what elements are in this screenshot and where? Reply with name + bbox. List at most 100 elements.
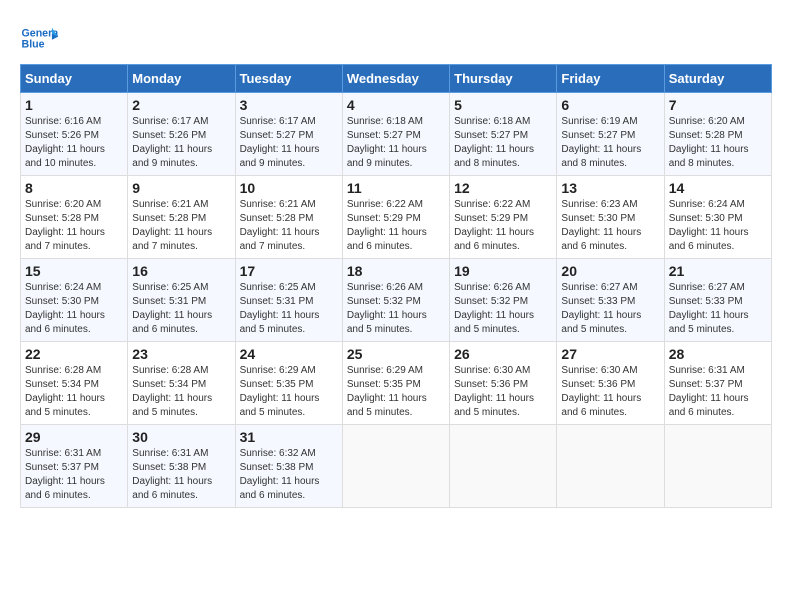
day-number: 10 xyxy=(240,180,338,196)
calendar-header-thursday: Thursday xyxy=(450,65,557,93)
day-info: Sunrise: 6:23 AM Sunset: 5:30 PM Dayligh… xyxy=(561,199,641,252)
day-info: Sunrise: 6:26 AM Sunset: 5:32 PM Dayligh… xyxy=(454,282,534,335)
day-info: Sunrise: 6:18 AM Sunset: 5:27 PM Dayligh… xyxy=(454,116,534,169)
calendar-cell: 18 Sunrise: 6:26 AM Sunset: 5:32 PM Dayl… xyxy=(342,259,449,342)
calendar-cell: 23 Sunrise: 6:28 AM Sunset: 5:34 PM Dayl… xyxy=(128,342,235,425)
calendar-header-friday: Friday xyxy=(557,65,664,93)
day-info: Sunrise: 6:19 AM Sunset: 5:27 PM Dayligh… xyxy=(561,116,641,169)
calendar-body: 1 Sunrise: 6:16 AM Sunset: 5:26 PM Dayli… xyxy=(21,93,772,508)
calendar-cell xyxy=(557,425,664,508)
day-number: 25 xyxy=(347,346,445,362)
calendar-cell xyxy=(664,425,771,508)
day-info: Sunrise: 6:31 AM Sunset: 5:37 PM Dayligh… xyxy=(25,448,105,501)
day-info: Sunrise: 6:26 AM Sunset: 5:32 PM Dayligh… xyxy=(347,282,427,335)
day-info: Sunrise: 6:25 AM Sunset: 5:31 PM Dayligh… xyxy=(132,282,212,335)
calendar-header-monday: Monday xyxy=(128,65,235,93)
calendar-cell: 12 Sunrise: 6:22 AM Sunset: 5:29 PM Dayl… xyxy=(450,176,557,259)
day-number: 9 xyxy=(132,180,230,196)
calendar-cell: 25 Sunrise: 6:29 AM Sunset: 5:35 PM Dayl… xyxy=(342,342,449,425)
logo: General Blue xyxy=(20,20,62,58)
calendar-cell: 19 Sunrise: 6:26 AM Sunset: 5:32 PM Dayl… xyxy=(450,259,557,342)
day-info: Sunrise: 6:16 AM Sunset: 5:26 PM Dayligh… xyxy=(25,116,105,169)
day-number: 6 xyxy=(561,97,659,113)
calendar-cell: 3 Sunrise: 6:17 AM Sunset: 5:27 PM Dayli… xyxy=(235,93,342,176)
day-number: 11 xyxy=(347,180,445,196)
day-info: Sunrise: 6:25 AM Sunset: 5:31 PM Dayligh… xyxy=(240,282,320,335)
calendar-cell: 24 Sunrise: 6:29 AM Sunset: 5:35 PM Dayl… xyxy=(235,342,342,425)
day-number: 4 xyxy=(347,97,445,113)
calendar-table: SundayMondayTuesdayWednesdayThursdayFrid… xyxy=(20,64,772,508)
day-number: 21 xyxy=(669,263,767,279)
day-info: Sunrise: 6:29 AM Sunset: 5:35 PM Dayligh… xyxy=(347,365,427,418)
calendar-header-tuesday: Tuesday xyxy=(235,65,342,93)
day-info: Sunrise: 6:28 AM Sunset: 5:34 PM Dayligh… xyxy=(25,365,105,418)
day-info: Sunrise: 6:24 AM Sunset: 5:30 PM Dayligh… xyxy=(25,282,105,335)
day-number: 30 xyxy=(132,429,230,445)
day-number: 12 xyxy=(454,180,552,196)
calendar-cell: 21 Sunrise: 6:27 AM Sunset: 5:33 PM Dayl… xyxy=(664,259,771,342)
calendar-cell: 11 Sunrise: 6:22 AM Sunset: 5:29 PM Dayl… xyxy=(342,176,449,259)
calendar-cell: 2 Sunrise: 6:17 AM Sunset: 5:26 PM Dayli… xyxy=(128,93,235,176)
calendar-header-wednesday: Wednesday xyxy=(342,65,449,93)
calendar-week-4: 22 Sunrise: 6:28 AM Sunset: 5:34 PM Dayl… xyxy=(21,342,772,425)
day-number: 26 xyxy=(454,346,552,362)
day-number: 31 xyxy=(240,429,338,445)
calendar-cell: 9 Sunrise: 6:21 AM Sunset: 5:28 PM Dayli… xyxy=(128,176,235,259)
calendar-cell: 14 Sunrise: 6:24 AM Sunset: 5:30 PM Dayl… xyxy=(664,176,771,259)
day-number: 27 xyxy=(561,346,659,362)
calendar-header-row: SundayMondayTuesdayWednesdayThursdayFrid… xyxy=(21,65,772,93)
day-info: Sunrise: 6:24 AM Sunset: 5:30 PM Dayligh… xyxy=(669,199,749,252)
day-info: Sunrise: 6:28 AM Sunset: 5:34 PM Dayligh… xyxy=(132,365,212,418)
day-number: 29 xyxy=(25,429,123,445)
day-info: Sunrise: 6:21 AM Sunset: 5:28 PM Dayligh… xyxy=(240,199,320,252)
calendar-cell xyxy=(450,425,557,508)
day-info: Sunrise: 6:17 AM Sunset: 5:27 PM Dayligh… xyxy=(240,116,320,169)
calendar-cell: 27 Sunrise: 6:30 AM Sunset: 5:36 PM Dayl… xyxy=(557,342,664,425)
day-info: Sunrise: 6:20 AM Sunset: 5:28 PM Dayligh… xyxy=(25,199,105,252)
calendar-cell: 1 Sunrise: 6:16 AM Sunset: 5:26 PM Dayli… xyxy=(21,93,128,176)
day-number: 28 xyxy=(669,346,767,362)
calendar-cell: 6 Sunrise: 6:19 AM Sunset: 5:27 PM Dayli… xyxy=(557,93,664,176)
day-info: Sunrise: 6:18 AM Sunset: 5:27 PM Dayligh… xyxy=(347,116,427,169)
calendar-cell: 15 Sunrise: 6:24 AM Sunset: 5:30 PM Dayl… xyxy=(21,259,128,342)
page-header: General Blue xyxy=(20,20,772,58)
day-number: 1 xyxy=(25,97,123,113)
day-info: Sunrise: 6:22 AM Sunset: 5:29 PM Dayligh… xyxy=(347,199,427,252)
calendar-cell: 26 Sunrise: 6:30 AM Sunset: 5:36 PM Dayl… xyxy=(450,342,557,425)
calendar-cell: 29 Sunrise: 6:31 AM Sunset: 5:37 PM Dayl… xyxy=(21,425,128,508)
calendar-cell: 17 Sunrise: 6:25 AM Sunset: 5:31 PM Dayl… xyxy=(235,259,342,342)
day-number: 22 xyxy=(25,346,123,362)
day-info: Sunrise: 6:20 AM Sunset: 5:28 PM Dayligh… xyxy=(669,116,749,169)
day-number: 19 xyxy=(454,263,552,279)
day-number: 5 xyxy=(454,97,552,113)
day-info: Sunrise: 6:27 AM Sunset: 5:33 PM Dayligh… xyxy=(669,282,749,335)
calendar-cell xyxy=(342,425,449,508)
day-number: 14 xyxy=(669,180,767,196)
day-number: 15 xyxy=(25,263,123,279)
calendar-header-sunday: Sunday xyxy=(21,65,128,93)
day-number: 20 xyxy=(561,263,659,279)
calendar-cell: 7 Sunrise: 6:20 AM Sunset: 5:28 PM Dayli… xyxy=(664,93,771,176)
day-number: 3 xyxy=(240,97,338,113)
calendar-cell: 20 Sunrise: 6:27 AM Sunset: 5:33 PM Dayl… xyxy=(557,259,664,342)
day-number: 8 xyxy=(25,180,123,196)
calendar-cell: 31 Sunrise: 6:32 AM Sunset: 5:38 PM Dayl… xyxy=(235,425,342,508)
day-number: 16 xyxy=(132,263,230,279)
day-info: Sunrise: 6:29 AM Sunset: 5:35 PM Dayligh… xyxy=(240,365,320,418)
day-number: 13 xyxy=(561,180,659,196)
svg-text:Blue: Blue xyxy=(22,38,45,50)
day-number: 17 xyxy=(240,263,338,279)
calendar-header-saturday: Saturday xyxy=(664,65,771,93)
day-info: Sunrise: 6:32 AM Sunset: 5:38 PM Dayligh… xyxy=(240,448,320,501)
calendar-cell: 13 Sunrise: 6:23 AM Sunset: 5:30 PM Dayl… xyxy=(557,176,664,259)
calendar-cell: 10 Sunrise: 6:21 AM Sunset: 5:28 PM Dayl… xyxy=(235,176,342,259)
day-number: 18 xyxy=(347,263,445,279)
day-info: Sunrise: 6:17 AM Sunset: 5:26 PM Dayligh… xyxy=(132,116,212,169)
day-info: Sunrise: 6:31 AM Sunset: 5:38 PM Dayligh… xyxy=(132,448,212,501)
day-number: 2 xyxy=(132,97,230,113)
day-number: 23 xyxy=(132,346,230,362)
day-info: Sunrise: 6:30 AM Sunset: 5:36 PM Dayligh… xyxy=(454,365,534,418)
day-info: Sunrise: 6:30 AM Sunset: 5:36 PM Dayligh… xyxy=(561,365,641,418)
day-number: 7 xyxy=(669,97,767,113)
calendar-week-3: 15 Sunrise: 6:24 AM Sunset: 5:30 PM Dayl… xyxy=(21,259,772,342)
